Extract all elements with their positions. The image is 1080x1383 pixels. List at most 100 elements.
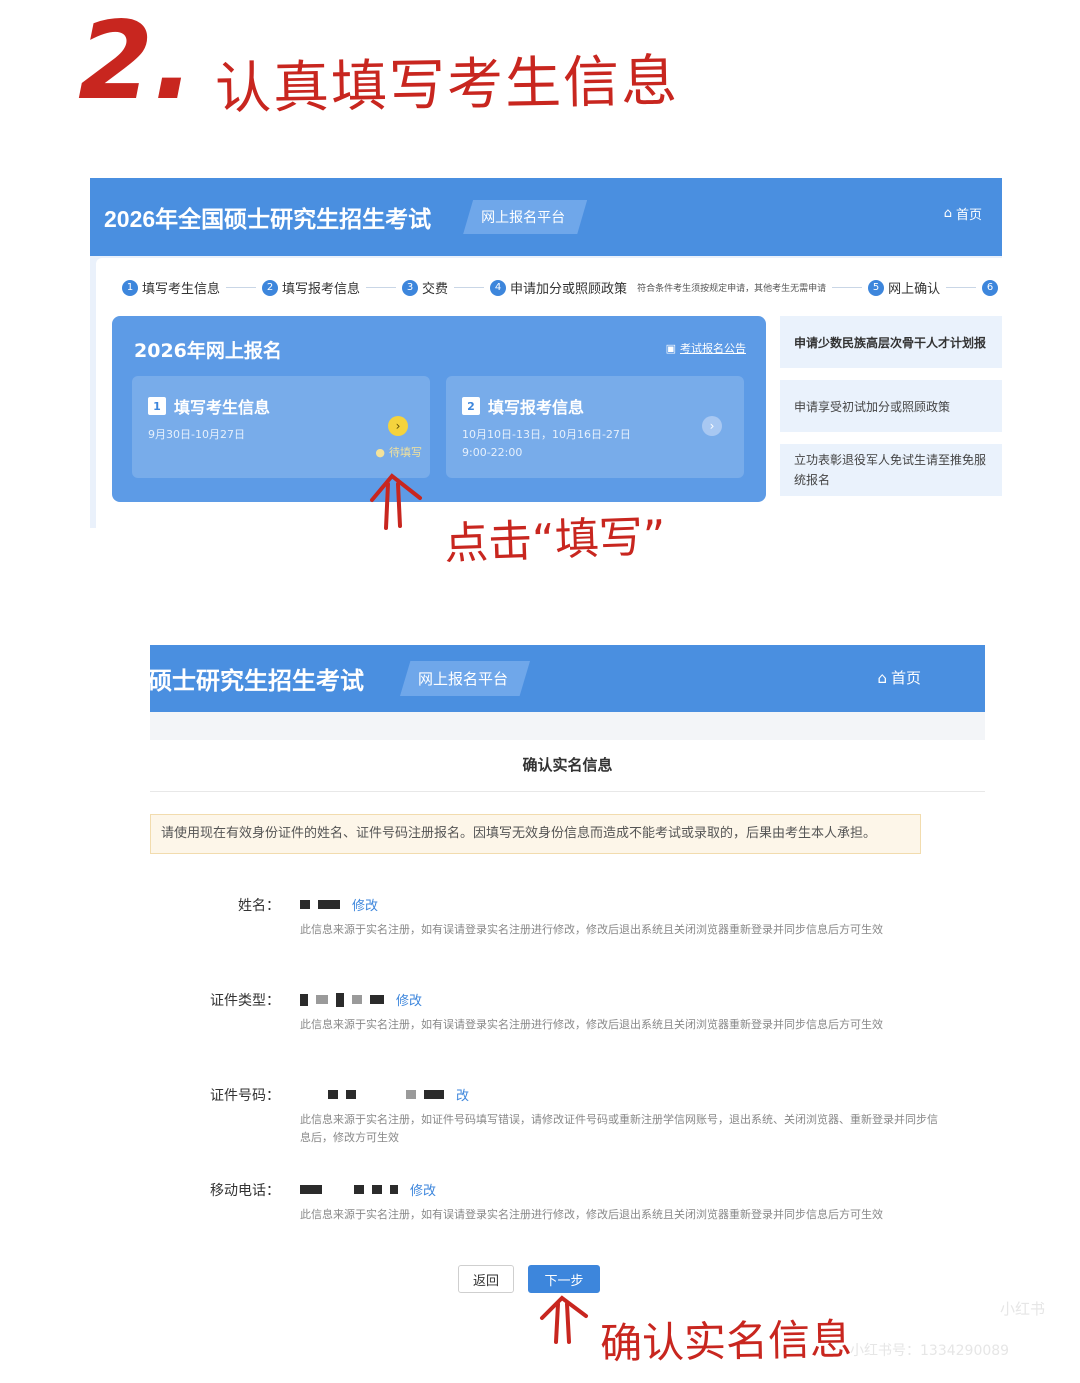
field-label: 证件号码： [210, 1088, 280, 1104]
step-3: 3 交费 [402, 278, 448, 297]
step-5: 5 网上确认 [868, 278, 940, 297]
chevron-right-icon[interactable]: › [702, 416, 722, 436]
confirm-identity-note: 确认实名信息 [599, 1314, 853, 1369]
home-link-label: 首页 [955, 208, 982, 223]
home-link[interactable]: ⌂ 首页 [944, 204, 982, 223]
step-connector [946, 287, 977, 288]
status-label: 待填写 [389, 446, 422, 459]
card-date: 9月30日-10月27日 [148, 428, 245, 441]
step-number-badge: 6 [982, 279, 999, 296]
redacted-text [318, 900, 340, 909]
card-date-line1: 10月10日-13日，10月16日-27日 [462, 428, 631, 441]
platform-tag: 网上报名平台 [400, 661, 531, 696]
step-connector [226, 287, 257, 288]
redacted-text [328, 1090, 338, 1099]
site-title: 2026年全国硕士研究生招生考试 [104, 206, 432, 232]
step-label: 网上确认 [888, 282, 941, 297]
name-value: 修改 [300, 895, 378, 914]
redacted-text [352, 995, 362, 1004]
step-1: 1 填写考生信息 [122, 278, 220, 297]
redacted-text [300, 900, 310, 909]
redacted-text [346, 1090, 356, 1099]
step-label: 填写考生信息 [142, 282, 221, 297]
site-header: 2026年全国硕士研究生招生考试 网上报名平台 ⌂ 首页 [90, 178, 1002, 256]
registration-card: 2026年网上报名 ▣ 考试报名公告 1 填写考生信息 9月30日-10月27日 … [112, 316, 766, 502]
redacted-text [316, 995, 328, 1004]
warning-notice: 请使用现在有效身份证件的姓名、证件号码注册报名。因填写无效身份信息而造成不能考试… [150, 814, 921, 854]
header-spacer [150, 712, 985, 740]
main-panel: 1 填写考生信息 2 填写报考信息 3 交费 4 申请加分或照顾政策 符合条件考生须按规定… [96, 258, 1002, 528]
step-number-badge: 1 [122, 279, 138, 296]
field-label: 移动电话： [210, 1183, 280, 1199]
step-note: 符合条件考生须按规定申请，其他考生无需申请 [637, 284, 827, 294]
home-link-label: 首页 [890, 669, 921, 687]
step-label: 填写报考信息 [282, 282, 361, 297]
field-hint: 此信息来源于实名注册，如有误请登录实名注册进行修改，修改后退出系统且关闭浏览器重… [300, 1018, 883, 1031]
side-menu: 申请少数民族高层次骨干人才计划报 申请享受初试加分或照顾政策 立功表彰退役军人免… [780, 316, 1002, 508]
arrow-up-icon [370, 473, 422, 530]
chevron-right-icon[interactable]: › [388, 416, 408, 436]
step-number-badge: 3 [402, 279, 419, 296]
field-hint: 此信息来源于实名注册，如证件号码填写错误，请修改证件号码或重新注册学信网账号，退… [300, 1113, 938, 1144]
step-connector [454, 287, 485, 288]
fill-application-info-card[interactable]: 2 填写报考信息 10月10日-13日，10月16日-27日 9:00-22:00… [446, 376, 744, 478]
exam-notice-link[interactable]: ▣ 考试报名公告 [666, 340, 746, 356]
site-title: 硕士研究生招生考试 [148, 668, 364, 695]
side-item-minority-plan[interactable]: 申请少数民族高层次骨干人才计划报 [780, 316, 1002, 368]
click-fill-note: 点击“填写” [443, 511, 667, 570]
card-date-line2: 9:00-22:00 [462, 446, 523, 459]
home-icon: ⌂ [943, 206, 952, 221]
id-number-value: 改 [300, 1085, 469, 1104]
redacted-text [300, 993, 308, 1006]
mobile-value: 修改 [300, 1180, 436, 1199]
redacted-text [390, 1185, 398, 1194]
step-number: 2. [78, 0, 195, 124]
side-item-line1: 立功表彰退役军人免试生请至推免服 [794, 453, 987, 467]
edit-link[interactable]: 修改 [396, 990, 422, 1009]
side-item-bonus-policy[interactable]: 申请享受初试加分或照顾政策 [780, 380, 1002, 432]
field-label: 姓名： [238, 898, 280, 914]
watermark-logo: 小红书 [1000, 1300, 1046, 1318]
edit-link[interactable]: 修改 [352, 895, 378, 914]
step-connector [832, 287, 863, 288]
back-button[interactable]: 返回 [458, 1265, 515, 1293]
edit-link[interactable]: 改 [456, 1085, 469, 1104]
step-title: 认真填写考生信息 [214, 48, 680, 123]
redacted-text [330, 1185, 346, 1194]
card-number: 2 [462, 397, 480, 415]
watermark-id: 小红书号：1334290089 [850, 1343, 1010, 1359]
id-type-value: 修改 [300, 990, 422, 1009]
confirm-identity-screenshot: 硕士研究生招生考试 网上报名平台 ⌂ 首页 确认实名信息 请使用现在有效身份证件… [148, 645, 985, 1300]
site-header: 硕士研究生招生考试 网上报名平台 ⌂ 首页 [148, 645, 985, 712]
redacted-text [370, 995, 384, 1004]
next-button[interactable]: 下一步 [528, 1265, 601, 1293]
step-number-badge: 2 [262, 279, 279, 296]
info-icon: ● [375, 445, 385, 459]
platform-tag: 网上报名平台 [463, 200, 588, 234]
redacted-text [372, 1185, 382, 1194]
step-label: 交费 [422, 282, 449, 297]
redacted-text [300, 1185, 322, 1194]
step-2: 2 填写报考信息 [262, 278, 360, 297]
form-actions: 返回 下一步 [458, 1265, 601, 1293]
step-label: 申请加分或照顾政策 [510, 282, 628, 297]
side-item-veteran-exemption[interactable]: 立功表彰退役军人免试生请至推免服 统报名 [780, 444, 1002, 496]
redacted-text [406, 1090, 416, 1099]
card-title: 填写考生信息 [174, 398, 271, 417]
card-title: 填写报考信息 [488, 398, 585, 417]
redacted-text [300, 1090, 320, 1099]
status-badge: ● 待填写 [375, 444, 422, 460]
home-link[interactable]: ⌂ 首页 [877, 667, 921, 688]
fill-candidate-info-card[interactable]: 1 填写考生信息 9月30日-10月27日 › ● 待填写 [132, 376, 430, 478]
step-connector [366, 287, 397, 288]
field-label: 证件类型： [210, 993, 280, 1009]
step-6: 6 [982, 279, 999, 296]
redacted-text [364, 1090, 398, 1099]
redacted-text [354, 1185, 364, 1194]
field-hint: 此信息来源于实名注册，如有误请登录实名注册进行修改，修改后退出系统且关闭浏览器重… [300, 923, 883, 936]
arrow-up-icon [540, 1295, 588, 1344]
progress-steps: 1 填写考生信息 2 填写报考信息 3 交费 4 申请加分或照顾政策 符合条件考生须按规定… [122, 278, 999, 297]
step-number-badge: 4 [490, 279, 507, 296]
edit-link[interactable]: 修改 [410, 1180, 436, 1199]
field-hint: 此信息来源于实名注册，如有误请登录实名注册进行修改，修改后退出系统且关闭浏览器重… [300, 1208, 883, 1221]
